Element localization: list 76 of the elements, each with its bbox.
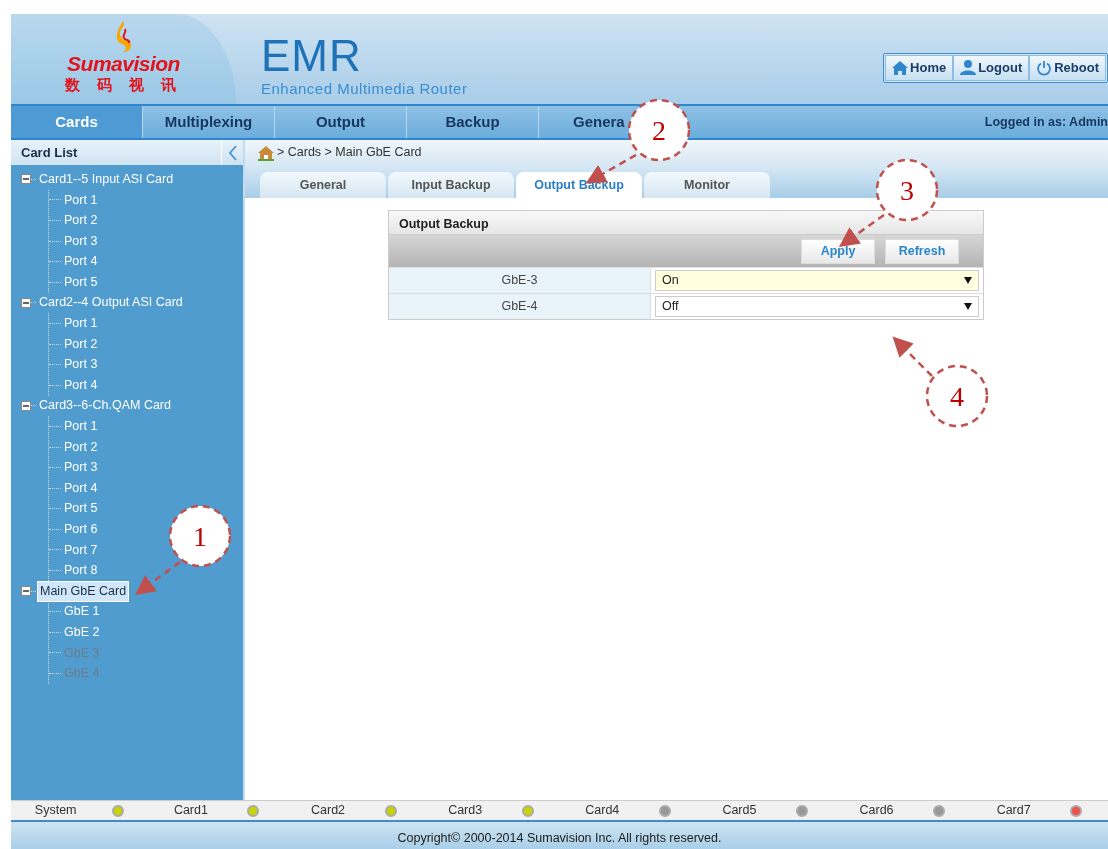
tree-item[interactable]: Port 5 [62,499,100,519]
nav-tab[interactable]: Cards [11,106,143,138]
tree-item[interactable]: GbE 2 [62,623,102,642]
select-field[interactable]: Off [655,296,979,317]
select-field[interactable]: On [655,270,979,291]
sub-tab[interactable]: Output Backup [516,172,642,198]
nav-tab[interactable]: Genera [539,106,625,138]
panel-title: Output Backup [389,211,983,235]
tree-item[interactable]: Port 5 [62,272,100,292]
callout-arrow [892,336,933,377]
status-label: Card2 [311,802,346,820]
collapse-icon[interactable] [21,586,31,597]
tree-item[interactable]: Port 3 [62,355,100,374]
sub-tab[interactable]: Input Backup [388,172,514,198]
collapse-icon[interactable] [21,297,31,308]
callout-arrow [134,561,181,595]
tree-item[interactable]: Port 4 [62,375,100,395]
sub-tab[interactable]: Monitor [644,172,770,198]
nav-tab[interactable]: Multiplexing [143,106,275,138]
toolbar-button[interactable]: Refresh [885,238,959,264]
status-label: Card3 [448,802,483,820]
logged-in-label: Logged in as: Admin [984,113,1108,131]
tree-item[interactable]: Card1--5 Input ASI Card [37,169,176,189]
tree-item[interactable]: Port 7 [62,540,100,560]
home-icon [892,60,909,76]
collapse-icon[interactable] [21,400,31,411]
tree-item[interactable]: Port 2 [62,437,100,457]
user-button[interactable]: Logout [953,55,1030,81]
collapse-icon[interactable] [21,174,31,185]
tree-item[interactable]: Port 4 [62,478,100,498]
brand-chinese-text: 数 码 视 讯 [64,74,183,96]
tree-item[interactable]: Port 8 [62,561,100,580]
callout-arrow [838,214,885,247]
caret-down-icon [964,303,972,310]
toolbar-button[interactable]: Apply [801,238,875,264]
tree-item[interactable]: Card3--6-Ch.QAM Card [37,396,173,416]
status-label: System [34,802,77,820]
home-button[interactable]: Home [885,55,954,81]
sub-tab[interactable]: General [260,172,386,198]
user-icon [960,60,977,76]
breadcrumb: > Cards > Main GbE Card [277,144,422,162]
product-title: EMR [261,34,363,78]
status-label: Card5 [722,802,757,820]
tree-item[interactable]: GbE 1 [62,602,102,622]
status-label: Card7 [996,802,1031,820]
nav-tab[interactable]: Output [275,106,407,138]
status-label: Card4 [585,802,620,820]
power-icon [1036,59,1053,76]
caret-down-icon [964,277,972,284]
tree-item[interactable]: Port 2 [62,211,100,230]
row-label: GbE-3 [389,268,651,293]
power-button[interactable]: Reboot [1029,55,1106,81]
home-icon[interactable] [257,144,275,161]
sidebar-title: Card List [21,143,78,162]
tree-item[interactable]: Port 6 [62,520,100,539]
tree-item[interactable]: Port 4 [62,252,100,272]
callout-marker: 2 [627,98,691,162]
status-label: Card6 [859,802,894,820]
tree-item[interactable]: Port 2 [62,334,100,354]
callout-marker: 4 [925,364,989,428]
status-label: Card1 [173,802,208,820]
tree-item[interactable]: Port 1 [62,314,100,333]
callout-marker: 1 [168,504,232,568]
chevron-left-icon [228,144,237,161]
copyright-footer: Copyright© 2000-2014 Sumavision Inc. All rights reserved. [11,822,1108,849]
tree-item[interactable]: Port 1 [62,190,100,210]
tree-item[interactable]: Port 3 [62,231,100,251]
tree-item[interactable]: Main GbE Card [37,580,130,602]
brand-logo-text: Sumavision [67,52,180,74]
tree-item[interactable]: Port 3 [62,458,100,477]
row-label: GbE-4 [389,294,651,319]
tree-item[interactable]: Card2--4 Output ASI Card [37,293,185,313]
callout-marker: 3 [875,158,939,222]
product-subtitle: Enhanced Multimedia Router [261,79,468,99]
tree-item[interactable]: Port 1 [62,417,100,436]
nav-tab[interactable]: Backup [407,106,539,138]
